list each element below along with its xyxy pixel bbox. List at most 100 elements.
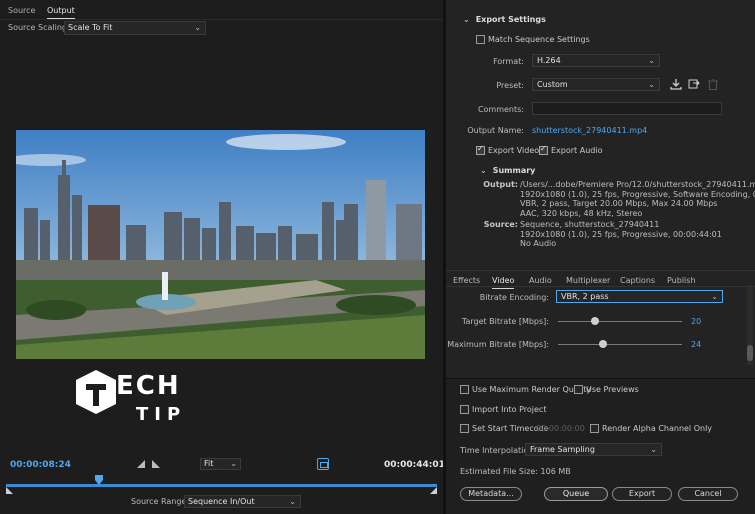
chevron-down-icon: ⌄ (648, 56, 655, 65)
summary-line: /Users/...dobe/Premiere Pro/12.0/shutter… (520, 180, 755, 189)
comments-input[interactable] (532, 102, 722, 115)
timeline-track[interactable] (6, 484, 437, 487)
chevron-down-icon: ⌄ (480, 166, 487, 175)
export-video-label: Export Video (488, 146, 540, 155)
timeline-ruler[interactable] (6, 475, 437, 495)
export-options-panel: Use Maximum Render Quality Use Previews … (446, 378, 755, 514)
estimated-file-size: Estimated File Size: 106 MB (460, 467, 571, 476)
duration-timecode: 00:00:44:01 (384, 460, 445, 470)
skyline-image (16, 130, 425, 359)
cancel-button[interactable]: Cancel (678, 487, 738, 501)
summary-source-key: Source: (483, 220, 518, 229)
max-bitrate-label: Maximum Bitrate [Mbps]: (447, 340, 549, 349)
summary-line: AAC, 320 kbps, 48 kHz, Stereo (520, 208, 643, 218)
max-bitrate-knob[interactable] (598, 340, 607, 348)
export-audio-checkbox[interactable] (539, 144, 548, 155)
bitrate-encoding-label: Bitrate Encoding: (479, 293, 549, 302)
max-bitrate-slider[interactable] (558, 344, 682, 345)
save-preset-icon[interactable] (670, 79, 682, 90)
tab-audio[interactable]: Audio (529, 276, 552, 285)
summary-title: Summary (492, 166, 536, 175)
settings-scrollbar-thumb[interactable] (747, 345, 753, 361)
start-timecode-value[interactable]: 00:00:00:00 (536, 424, 585, 433)
import-into-project-label: Import Into Project (472, 405, 547, 414)
preset-value: Custom (537, 80, 568, 89)
format-label: Format: (493, 57, 524, 66)
logo-text-tip: TIP (136, 404, 186, 425)
mark-out-icon[interactable] (152, 460, 160, 468)
preview-panel: Source Output Source Scaling: Scale To F… (0, 0, 445, 514)
summary-line: 1920x1080 (1.0), 25 fps, Progressive, 00… (520, 229, 722, 239)
target-bitrate-slider[interactable] (558, 321, 682, 322)
summary-output-values: /Users/...dobe/Premiere Pro/12.0/shutter… (520, 180, 755, 218)
chevron-down-icon: ⌄ (463, 15, 470, 24)
tab-publish[interactable]: Publish (667, 276, 696, 285)
summary-line: 1920x1080 (1.0), 25 fps, Progressive, So… (520, 189, 755, 199)
set-start-timecode-checkbox[interactable] (460, 424, 469, 433)
in-point-handle[interactable] (6, 487, 13, 494)
mark-in-icon[interactable] (137, 460, 145, 468)
source-scaling-label: Source Scaling: (8, 23, 70, 32)
chevron-down-icon: ⌄ (194, 23, 201, 32)
tab-captions[interactable]: Captions (620, 276, 655, 285)
settings-tabs: Effects Video Audio Multiplexer Captions… (446, 270, 755, 289)
export-video-checkbox[interactable] (476, 144, 485, 155)
max-bitrate-value[interactable]: 24 (691, 340, 701, 349)
source-range-dropdown[interactable]: Sequence In/Out ⌄ (184, 495, 301, 508)
playback-controls: 00:00:08:24 Fit ⌄ 00:00:44:01 Source Ran… (0, 455, 445, 514)
chevron-down-icon: ⌄ (650, 445, 657, 454)
queue-button[interactable]: Queue (544, 487, 608, 501)
target-bitrate-knob[interactable] (591, 317, 600, 325)
source-range-label: Source Range: (131, 497, 190, 506)
target-bitrate-label: Target Bitrate [Mbps]: (461, 317, 549, 326)
time-interpolation-value: Frame Sampling (530, 445, 595, 454)
out-point-handle[interactable] (430, 487, 437, 494)
use-previews-label: Use Previews (586, 385, 639, 394)
export-settings-panel: ⌄ Export Settings Match Sequence Settings… (446, 0, 755, 514)
logo-text-ech: ECH (116, 371, 181, 401)
import-into-project-checkbox[interactable] (460, 405, 469, 414)
match-sequence-checkbox[interactable] (476, 35, 485, 44)
source-scaling-row: Source Scaling: Scale To Fit ⌄ (0, 20, 443, 36)
tab-source[interactable]: Source (8, 6, 35, 15)
render-alpha-checkbox[interactable] (590, 424, 599, 433)
bitrate-encoding-value: VBR, 2 pass (561, 292, 609, 301)
metadata-button[interactable]: Metadata... (460, 487, 522, 501)
use-previews-checkbox[interactable] (574, 385, 583, 394)
summary-output-key: Output: (483, 180, 518, 189)
target-bitrate-value[interactable]: 20 (691, 317, 701, 326)
format-dropdown[interactable]: H.264 ⌄ (532, 54, 660, 67)
tab-video[interactable]: Video (492, 276, 515, 289)
aspect-correction-icon[interactable] (317, 458, 329, 470)
max-render-quality-checkbox[interactable] (460, 385, 469, 394)
bitrate-encoding-dropdown[interactable]: VBR, 2 pass ⌄ (556, 290, 723, 303)
chevron-down-icon: ⌄ (230, 459, 237, 468)
export-settings-header[interactable]: ⌄ Export Settings (463, 15, 546, 24)
zoom-dropdown[interactable]: Fit ⌄ (200, 458, 241, 470)
time-interpolation-dropdown[interactable]: Frame Sampling ⌄ (525, 443, 662, 456)
summary-header[interactable]: ⌄ Summary (480, 166, 535, 175)
tech-tip-logo: ECH TIP (72, 368, 232, 428)
import-preset-icon[interactable] (688, 79, 700, 90)
preview-tabs: Source Output (0, 0, 443, 20)
delete-preset-icon[interactable] (708, 79, 718, 90)
output-name-link[interactable]: shutterstock_27940411.mp4 (532, 126, 647, 135)
chevron-down-icon: ⌄ (711, 292, 718, 301)
format-value: H.264 (537, 56, 561, 65)
playhead-icon[interactable] (95, 475, 103, 485)
summary-line: No Audio (520, 239, 557, 248)
source-range-value: Sequence In/Out (188, 497, 255, 506)
tab-effects[interactable]: Effects (453, 276, 480, 285)
export-settings-title: Export Settings (475, 15, 546, 24)
source-scaling-dropdown[interactable]: Scale To Fit ⌄ (64, 21, 206, 35)
export-button[interactable]: Export (612, 487, 672, 501)
current-timecode[interactable]: 00:00:08:24 (10, 460, 71, 470)
summary-line: Sequence, shutterstock_27940411 (520, 220, 660, 229)
render-alpha-label: Render Alpha Channel Only (602, 424, 713, 433)
tab-multiplexer[interactable]: Multiplexer (566, 276, 610, 285)
tab-output[interactable]: Output (47, 6, 75, 19)
preset-dropdown[interactable]: Custom ⌄ (532, 78, 660, 91)
output-name-label: Output Name: (467, 126, 524, 135)
match-sequence-label: Match Sequence Settings (488, 35, 590, 44)
summary-line: VBR, 2 pass, Target 20.00 Mbps, Max 24.0… (520, 199, 718, 208)
